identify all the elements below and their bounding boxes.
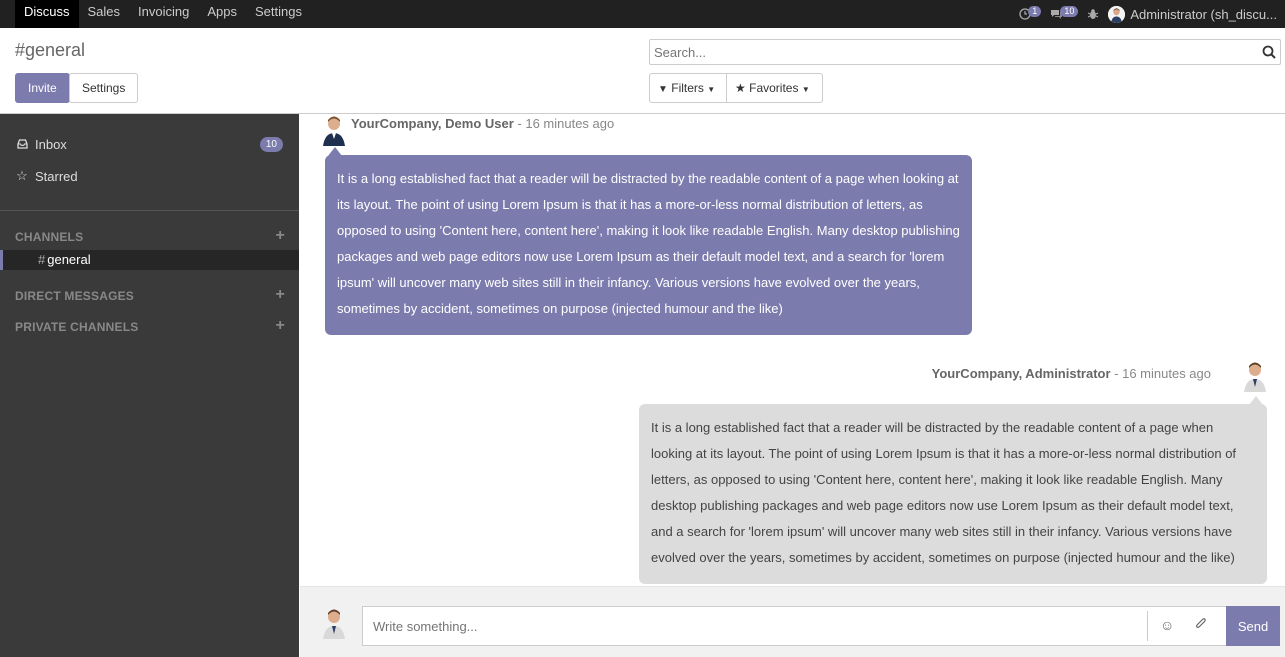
- menu-settings[interactable]: Settings: [246, 0, 311, 28]
- page-title: #general: [15, 40, 86, 60]
- sidebar-item-starred[interactable]: ☆ Starred: [0, 162, 299, 190]
- channels-header: CHANNELS +: [15, 228, 285, 245]
- message-header: YourCompany, Administrator - 16 minutes …: [932, 366, 1211, 381]
- menu-discuss[interactable]: Discuss: [15, 0, 79, 28]
- control-panel: #general Invite Settings ▼ Filters ▼ ★ F…: [0, 28, 1285, 114]
- message-bubble: It is a long established fact that a rea…: [325, 155, 972, 335]
- message-bubble: It is a long established fact that a rea…: [639, 404, 1267, 584]
- private-channels-header: PRIVATE CHANNELS +: [15, 318, 285, 335]
- sidebar-divider: [0, 210, 299, 211]
- search-input[interactable]: [650, 40, 1250, 64]
- caret-down-icon: ▼: [801, 85, 810, 94]
- channels-header-label: CHANNELS: [15, 230, 84, 244]
- sidebar-item-inbox[interactable]: Inbox 10: [0, 130, 299, 158]
- caret-down-icon: ▼: [707, 85, 716, 94]
- channel-name: general: [47, 252, 91, 267]
- debug-menu[interactable]: [1087, 0, 1099, 28]
- message-author[interactable]: YourCompany, Demo User: [351, 116, 514, 131]
- message-header: YourCompany, Demo User - 16 minutes ago: [351, 116, 614, 131]
- star-outline-icon: ☆: [16, 168, 28, 183]
- inbox-label: Inbox: [35, 136, 67, 152]
- messages-count-badge: 10: [1060, 5, 1079, 17]
- composer-avatar: [319, 607, 349, 639]
- emoji-icon[interactable]: ☺: [1160, 617, 1174, 633]
- star-icon: ★: [735, 81, 746, 95]
- inbox-icon: [15, 137, 29, 152]
- filters-dropdown[interactable]: ▼ Filters ▼: [649, 73, 727, 103]
- message-date: - 16 minutes ago: [1110, 366, 1211, 381]
- administrator-avatar[interactable]: [1240, 360, 1270, 392]
- favorites-label: Favorites: [749, 81, 799, 95]
- user-avatar: [1108, 5, 1126, 23]
- systray: 1 10 Administrator (sh_discu...: [1019, 0, 1285, 28]
- paperclip-icon[interactable]: [1195, 617, 1207, 633]
- filters-label: Filters: [671, 81, 704, 95]
- direct-messages-header: DIRECT MESSAGES +: [15, 287, 285, 304]
- composer-input-wrapper: ☺: [362, 606, 1227, 646]
- direct-messages-header-label: DIRECT MESSAGES: [15, 289, 135, 303]
- filter-icon: ▼: [658, 84, 668, 95]
- channel-settings-button[interactable]: Settings: [69, 73, 139, 103]
- menu-apps[interactable]: Apps: [198, 0, 246, 28]
- invite-button[interactable]: Invite: [15, 73, 70, 103]
- add-channel-plus-icon[interactable]: +: [275, 228, 285, 244]
- activity-count-badge: 1: [1028, 5, 1042, 17]
- activity-menu[interactable]: 1: [1019, 0, 1042, 28]
- starred-label: Starred: [35, 168, 78, 184]
- app-menu: Discuss Sales Invoicing Apps Settings: [15, 0, 311, 28]
- discuss-sidebar: Inbox 10 ☆ Starred CHANNELS + # general D…: [0, 114, 299, 657]
- composer-divider: [1147, 611, 1148, 641]
- search-icon[interactable]: [1262, 45, 1276, 59]
- add-private-channel-plus-icon[interactable]: +: [275, 318, 285, 334]
- private-channels-header-label: PRIVATE CHANNELS: [15, 320, 139, 334]
- inbox-count-badge: 10: [259, 137, 283, 152]
- message-thread: YourCompany, Demo User - 16 minutes ago …: [300, 114, 1285, 586]
- demo-user-avatar[interactable]: [319, 114, 349, 146]
- message-author[interactable]: YourCompany, Administrator: [932, 366, 1111, 381]
- message-date: - 16 minutes ago: [513, 116, 615, 131]
- add-direct-message-plus-icon[interactable]: +: [275, 287, 285, 303]
- messaging-menu[interactable]: 10: [1050, 0, 1079, 28]
- search-box: [649, 39, 1281, 65]
- menu-sales[interactable]: Sales: [79, 0, 130, 28]
- send-button[interactable]: Send: [1226, 606, 1280, 646]
- hash-icon: #: [38, 252, 46, 267]
- bug-icon: [1088, 9, 1099, 19]
- favorites-dropdown[interactable]: ★ Favorites ▼: [726, 73, 823, 103]
- top-navbar: Discuss Sales Invoicing Apps Settings 1 …: [0, 0, 1285, 28]
- menu-invoicing[interactable]: Invoicing: [129, 0, 198, 28]
- message-composer: ☺ Send: [300, 586, 1285, 657]
- user-name: Administrator (sh_discu...: [1130, 6, 1277, 22]
- sidebar-item-channel-general[interactable]: # general: [0, 250, 299, 270]
- composer-input[interactable]: [363, 607, 1143, 645]
- user-menu[interactable]: Administrator (sh_discu...: [1108, 5, 1285, 23]
